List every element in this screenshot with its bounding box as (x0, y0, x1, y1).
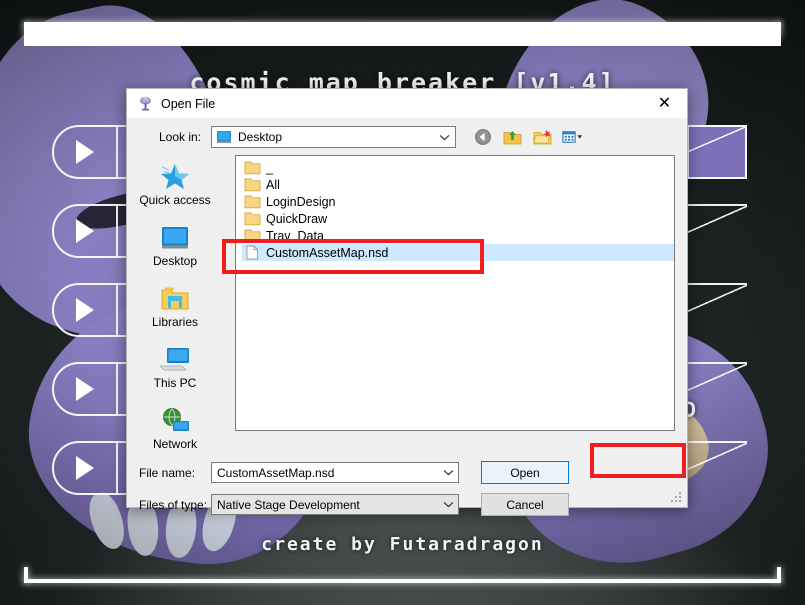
frame-top-band (24, 22, 781, 46)
network-globe-icon (163, 408, 189, 431)
cancel-button-wrap: Cancel (481, 493, 569, 516)
list-item[interactable]: _ (242, 159, 674, 176)
files-of-type-row: Files of type: Native Stage Development … (139, 493, 675, 516)
file-name: QuickDraw (266, 211, 328, 226)
place-item-label: Network (152, 437, 197, 451)
resize-grip-icon[interactable] (671, 492, 683, 504)
file-document-icon (246, 245, 259, 260)
screen: cosmic map breaker [v1.4] create by Futa… (0, 0, 805, 605)
list-view-icon (562, 131, 583, 143)
folder-icon (244, 212, 261, 226)
divider (116, 441, 118, 495)
files-of-type-value: Native Stage Development (217, 497, 360, 512)
game-credit: create by Futaradragon (261, 534, 544, 555)
this-pc-icon (159, 348, 189, 371)
place-item-libraries[interactable]: Libraries (129, 285, 221, 329)
open-file-dialog: Open File ✕ Look in: Desktop Quick acces… (126, 88, 688, 516)
view-menu-button[interactable] (562, 127, 583, 147)
place-item-desktop[interactable]: Desktop (129, 224, 221, 268)
folder-icon (244, 161, 261, 175)
file-name-label: File name: (139, 465, 196, 480)
file-name: Trav_Data (266, 228, 324, 243)
look-in-combobox[interactable]: Desktop (211, 126, 456, 148)
look-in-label: Look in: (158, 130, 201, 144)
place-item-label: Desktop (152, 254, 198, 268)
dialog-titlebar[interactable]: Open File ✕ (127, 89, 687, 119)
play-triangle-icon (76, 377, 94, 401)
list-item[interactable]: LoginDesign (242, 193, 674, 210)
divider (116, 283, 118, 337)
list-item[interactable]: Trav_Data (242, 227, 674, 244)
chevron-down-icon[interactable] (438, 469, 458, 476)
place-item-label: Quick access (139, 193, 211, 207)
open-button-wrap: Open (481, 461, 569, 484)
file-name-input[interactable]: CustomAssetMap.nsd (211, 462, 459, 483)
divider (116, 204, 118, 258)
look-in-value: Desktop (238, 130, 283, 144)
place-item-quick-access[interactable]: Quick access (129, 161, 221, 207)
files-of-type-combobox[interactable]: Native Stage Development (211, 494, 459, 515)
folder-icon (244, 195, 261, 209)
dialog-title: Open File (161, 96, 216, 111)
place-item-network[interactable]: Network (129, 407, 221, 451)
libraries-folder-icon (161, 287, 189, 310)
dialog-body: Look in: Desktop Quick access Desktop Li… (127, 119, 687, 516)
file-list-items: _ All LoginDesign QuickDraw Trav_Data Cu… (236, 156, 674, 261)
divider (116, 362, 118, 416)
play-triangle-icon (76, 140, 94, 164)
folder-icon (244, 229, 261, 243)
up-one-level-button[interactable] (502, 127, 523, 147)
dialog-form: File name: CustomAssetMap.nsd Open Files… (127, 451, 687, 516)
desktop-monitor-icon (162, 227, 188, 249)
file-name: All (266, 177, 280, 192)
file-list[interactable]: _ All LoginDesign QuickDraw Trav_Data Cu… (235, 155, 675, 431)
back-arrow-icon (474, 129, 491, 145)
desktop-monitor-icon (217, 131, 231, 143)
place-item-label: This PC (153, 376, 197, 390)
files-of-type-label: Files of type: (139, 497, 208, 512)
play-triangle-icon (76, 456, 94, 480)
folder-icon (244, 178, 261, 192)
place-item-label: Libraries (151, 315, 199, 329)
file-name: CustomAssetMap.nsd (266, 245, 389, 260)
chevron-down-icon[interactable] (438, 501, 458, 508)
dialog-toolbar (472, 127, 583, 147)
place-item-this-pc[interactable]: This PC (129, 346, 221, 390)
chevron-down-icon[interactable] (433, 134, 455, 141)
look-in-row: Look in: Desktop (127, 119, 687, 155)
list-item[interactable]: CustomAssetMap.nsd (242, 244, 674, 261)
places-bar: Quick access Desktop Libraries This PC N… (127, 155, 223, 451)
list-item[interactable]: All (242, 176, 674, 193)
close-icon[interactable]: ✕ (642, 89, 687, 118)
list-item[interactable]: QuickDraw (242, 210, 674, 227)
cancel-button[interactable]: Cancel (481, 493, 569, 516)
up-folder-icon (503, 130, 522, 144)
java-duke-icon (139, 96, 152, 111)
file-name: LoginDesign (266, 194, 336, 209)
quick-access-star-icon (161, 164, 189, 189)
new-folder-icon (533, 129, 552, 144)
new-folder-button[interactable] (532, 127, 553, 147)
open-button[interactable]: Open (481, 461, 569, 484)
back-button[interactable] (472, 127, 493, 147)
play-triangle-icon (76, 219, 94, 243)
file-name: _ (266, 160, 273, 175)
divider (116, 125, 118, 179)
play-triangle-icon (76, 298, 94, 322)
file-name-row: File name: CustomAssetMap.nsd Open (139, 461, 675, 484)
file-name-value: CustomAssetMap.nsd (217, 465, 335, 480)
